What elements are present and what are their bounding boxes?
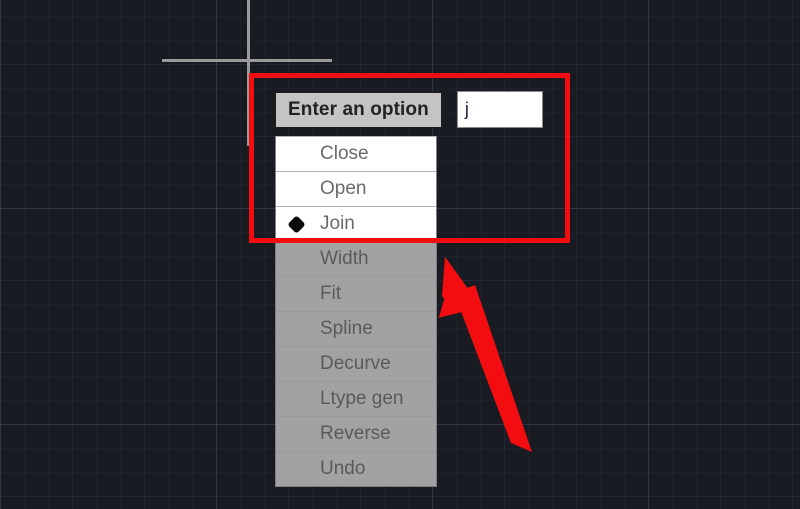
option-item[interactable]: Close (276, 136, 436, 171)
option-item[interactable]: Spline (276, 311, 436, 346)
option-item[interactable]: Decurve (276, 346, 436, 381)
option-item[interactable]: Open (276, 171, 436, 206)
option-item[interactable]: Reverse (276, 416, 436, 451)
option-item-label: Undo (320, 458, 366, 479)
option-item-label: Ltype gen (320, 388, 404, 409)
option-item-label: Spline (320, 318, 373, 339)
command-input-field[interactable]: j (456, 91, 543, 128)
option-item-label: Close (320, 143, 369, 164)
crosshair-cursor-horizontal (162, 59, 332, 62)
option-dropdown-list[interactable]: Close Open Join Width Fit Spline Decurve Ltype … (275, 136, 437, 487)
crosshair-cursor-vertical (247, 0, 250, 146)
option-item-label: Join (320, 213, 355, 234)
pointer-arrow-icon (438, 257, 532, 452)
option-item-label: Width (320, 248, 369, 269)
option-item[interactable]: Ltype gen (276, 381, 436, 416)
option-item[interactable]: Width (276, 241, 436, 276)
option-item-label: Decurve (320, 353, 391, 374)
option-item[interactable]: Fit (276, 276, 436, 311)
cad-drawing-canvas[interactable]: Enter an option j Close Open Join Width Fit S… (0, 0, 800, 509)
option-item[interactable]: Undo (276, 451, 436, 486)
option-item-label: Reverse (320, 423, 391, 444)
option-item[interactable]: Join (276, 206, 436, 241)
option-item-label: Open (320, 178, 367, 199)
enter-an-option-button[interactable]: Enter an option (274, 91, 443, 129)
option-item-label: Fit (320, 283, 342, 304)
dynamic-input-prompt: Enter an option j (274, 91, 543, 129)
selected-bullet-icon (287, 215, 306, 234)
